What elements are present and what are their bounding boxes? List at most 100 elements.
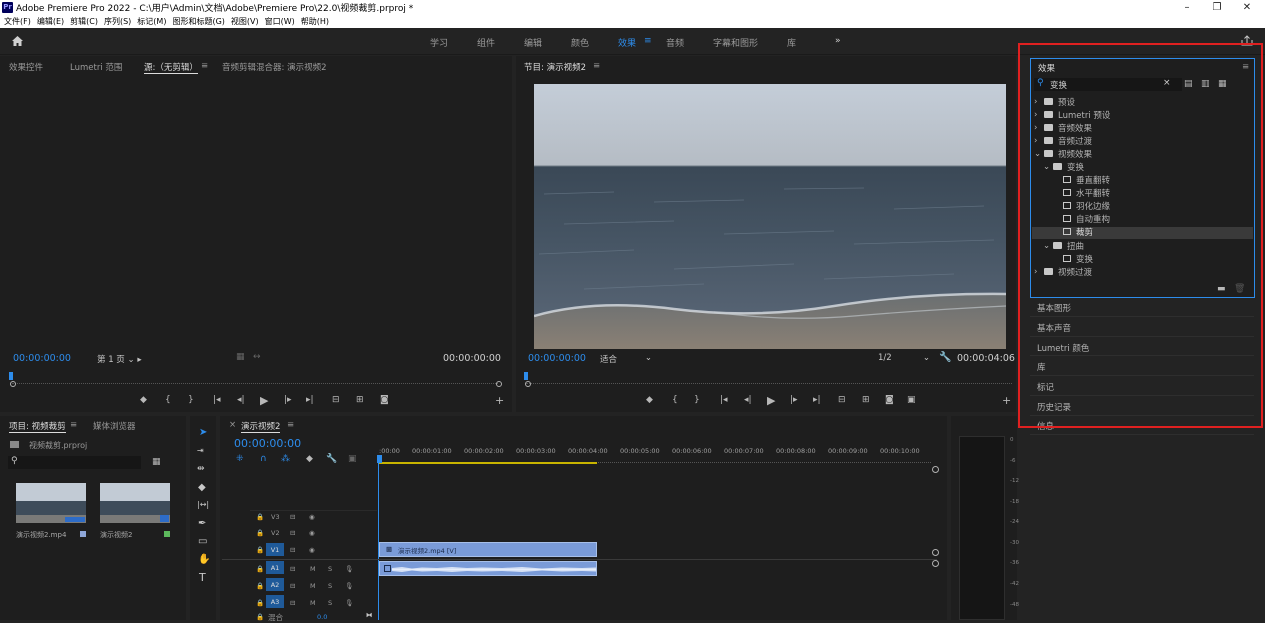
sync-lock-icon[interactable]: ⊟ [290, 546, 295, 554]
export-frame-icon[interactable]: ◙ [380, 395, 389, 405]
tab-audio-clip-mixer[interactable]: 音频剪辑混合器: 演示视频2 [222, 61, 326, 73]
mark-in-icon[interactable]: { [165, 395, 171, 405]
button-editor-icon[interactable]: + [495, 394, 504, 407]
export-frame-icon[interactable]: ◙ [885, 395, 894, 405]
tab-program[interactable]: 节目: 演示视频2 [524, 61, 586, 73]
minimize-icon[interactable]: – [1173, 0, 1201, 14]
source-playhead[interactable] [9, 372, 13, 380]
new-bin-icon[interactable]: ▦ [152, 457, 161, 467]
timeline-vscroll-handle-2[interactable] [932, 549, 939, 556]
tab-effect-controls[interactable]: 效果控件 [9, 61, 43, 73]
sync-lock-icon[interactable]: ⊟ [290, 565, 295, 573]
eye-icon[interactable]: ◉ [309, 513, 315, 521]
tab-lumetri-scopes[interactable]: Lumetri 范围 [70, 61, 122, 73]
button-editor-icon[interactable]: + [1002, 394, 1011, 407]
program-panel-menu-icon[interactable]: ≡ [593, 61, 600, 71]
menu-file[interactable]: 文件(F) [4, 16, 31, 27]
menu-help[interactable]: 帮助(H) [301, 16, 329, 27]
menu-view[interactable]: 视图(V) [231, 16, 259, 27]
project-panel-menu-icon[interactable]: ≡ [70, 420, 77, 430]
workspace-captions[interactable]: 字幕和图形 [713, 36, 758, 49]
sync-lock-icon[interactable]: ⊟ [290, 582, 295, 590]
mix-out-icon[interactable]: ⧓ [366, 611, 373, 619]
program-time-ruler[interactable] [526, 376, 1012, 384]
mark-in-icon[interactable]: { [672, 395, 678, 405]
eye-icon[interactable]: ◉ [309, 529, 315, 537]
wrench-icon[interactable]: 🔧 [939, 352, 951, 363]
program-zoom-handle-left[interactable] [525, 381, 531, 387]
rectangle-tool-icon[interactable]: ▭ [198, 536, 207, 547]
comparison-view-icon[interactable]: ▣ [907, 395, 916, 405]
source-time-ruler[interactable] [12, 376, 498, 384]
pen-tool-icon[interactable]: ✒ [198, 518, 206, 529]
timeline-vscroll-handle-3[interactable] [932, 560, 939, 567]
timeline-settings-icon[interactable]: 🔧 [326, 454, 337, 464]
timeline-menu-icon[interactable]: ≡ [287, 420, 294, 430]
lock-icon[interactable]: 🔒 [256, 529, 264, 537]
slip-tool-icon[interactable]: |↔| [197, 500, 209, 509]
sync-lock-icon[interactable]: ⊟ [290, 513, 295, 521]
step-forward-icon[interactable]: |▸ [790, 395, 798, 405]
microphone-icon[interactable]: 🎙 [345, 582, 353, 590]
selection-tool-icon[interactable]: ➤ [199, 427, 207, 438]
work-area-bar[interactable] [379, 462, 597, 464]
workspace-audio[interactable]: 音频 [666, 36, 684, 49]
timeline-playhead-head[interactable] [377, 455, 382, 463]
workspace-learn[interactable]: 学习 [430, 36, 448, 49]
workspace-effects[interactable]: 效果 [618, 36, 636, 49]
lock-icon[interactable]: 🔒 [256, 565, 264, 573]
track-label-v2[interactable]: V2 [271, 529, 280, 537]
go-to-out-icon[interactable]: ▸| [306, 395, 314, 405]
linked-selection-icon[interactable]: ⁂ [281, 454, 290, 464]
sync-lock-icon[interactable]: ⊟ [290, 529, 295, 537]
close-tab-icon[interactable]: × [229, 420, 236, 430]
go-to-in-icon[interactable]: |◂ [720, 395, 728, 405]
source-zoom-handle-left[interactable] [10, 381, 16, 387]
overwrite-icon[interactable]: ⊞ [356, 395, 364, 405]
close-icon[interactable]: ✕ [1233, 0, 1261, 14]
sync-lock-icon[interactable]: ⊟ [290, 599, 295, 607]
video-clip[interactable]: ▩ 演示视频2.mp4 [V] [379, 542, 597, 557]
type-tool-icon[interactable]: T [199, 571, 206, 584]
step-back-icon[interactable]: ◂| [237, 395, 245, 405]
tab-timeline-sequence[interactable]: 演示视频2 [241, 420, 281, 433]
mute-button[interactable]: M [310, 582, 316, 590]
go-to-in-icon[interactable]: |◂ [213, 395, 221, 405]
microphone-icon[interactable]: 🎙 [345, 599, 353, 607]
add-marker-icon[interactable]: ◆ [646, 395, 653, 405]
play-icon[interactable]: ▶ [767, 394, 775, 407]
lock-icon[interactable]: 🔒 [256, 513, 264, 521]
step-forward-icon[interactable]: |▸ [284, 395, 292, 405]
menu-markers[interactable]: 标记(M) [137, 16, 166, 27]
project-search-field[interactable]: ⚲ [8, 456, 141, 469]
lock-icon[interactable]: 🔒 [256, 582, 264, 590]
nest-icon[interactable]: ⁜ [236, 454, 244, 464]
play-icon[interactable]: ▶ [260, 394, 268, 407]
tab-source[interactable]: 源:（无剪辑） [144, 61, 198, 74]
workspace-libraries[interactable]: 库 [787, 36, 796, 49]
add-marker-icon[interactable]: ◆ [306, 454, 313, 464]
hand-tool-icon[interactable]: ✋ [198, 554, 210, 565]
razor-tool-icon[interactable]: ◆ [198, 482, 206, 493]
track-label-a3[interactable]: A3 [266, 595, 284, 608]
mark-out-icon[interactable]: } [694, 395, 700, 405]
source-zoom-handle-right[interactable] [496, 381, 502, 387]
mark-out-icon[interactable]: } [188, 395, 194, 405]
menu-clip[interactable]: 剪辑(C) [70, 16, 98, 27]
track-label-v3[interactable]: V3 [271, 513, 280, 521]
timeline-timecode[interactable]: 00:00:00:00 [234, 437, 301, 450]
lock-icon[interactable]: 🔒 [256, 546, 264, 554]
workspace-editing[interactable]: 编辑 [524, 36, 542, 49]
add-marker-icon[interactable]: ◆ [140, 395, 147, 405]
tab-project[interactable]: 项目: 视频裁剪 [9, 420, 66, 433]
workspace-more-icon[interactable]: » [835, 36, 841, 46]
program-playhead[interactable] [524, 372, 528, 380]
menu-sequence[interactable]: 序列(S) [104, 16, 131, 27]
solo-button[interactable]: S [328, 582, 332, 590]
lock-icon[interactable]: 🔒 [256, 599, 264, 607]
step-back-icon[interactable]: ◂| [744, 395, 752, 405]
ripple-edit-tool-icon[interactable]: ⇹ [197, 464, 205, 474]
solo-button[interactable]: S [328, 599, 332, 607]
track-label-a2[interactable]: A2 [266, 578, 284, 591]
thumbnail-clip-1[interactable] [16, 483, 86, 523]
